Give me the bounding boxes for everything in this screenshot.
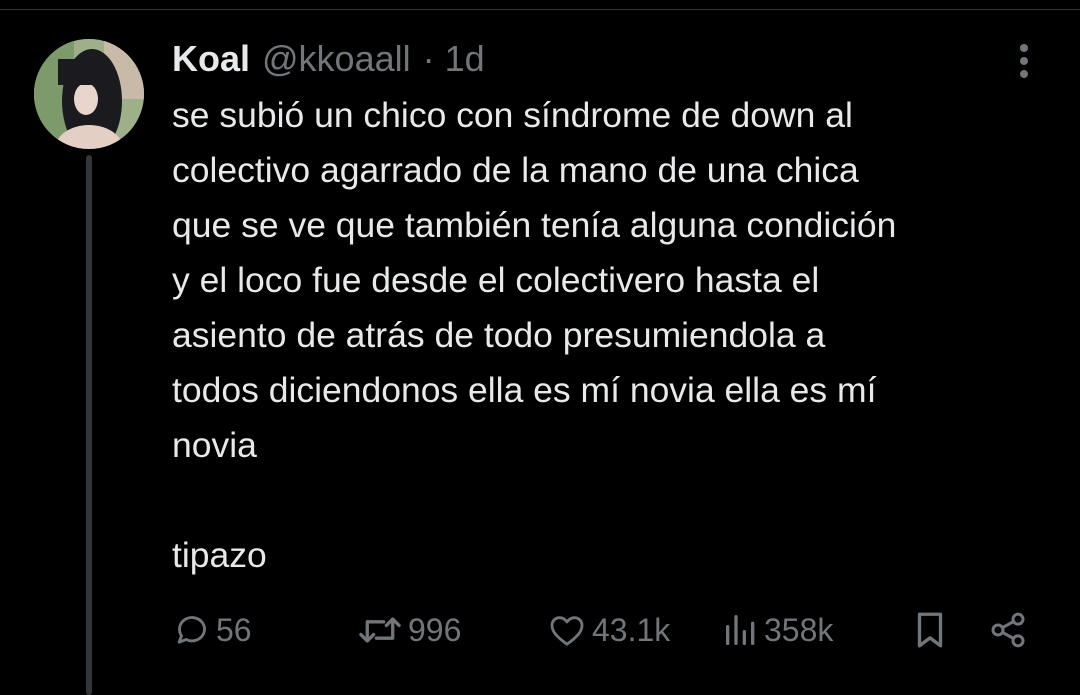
user-handle[interactable]: @kkoaall <box>262 38 411 80</box>
bookmark-button[interactable] <box>912 605 948 655</box>
bar-chart-icon <box>726 615 755 645</box>
repost-button[interactable]: 996 <box>356 605 461 655</box>
heart-icon <box>550 616 584 646</box>
share-button[interactable] <box>988 605 1028 655</box>
reply-count: 56 <box>216 611 252 648</box>
views-button[interactable]: 358k <box>722 605 833 655</box>
more-options-button[interactable] <box>1008 42 1040 82</box>
bookmark-icon <box>917 612 943 648</box>
repost-count: 996 <box>408 611 462 648</box>
like-count: 43.1k <box>592 611 671 648</box>
timestamp[interactable]: 1d <box>445 38 485 80</box>
separator-dot: · <box>422 38 435 79</box>
avatar[interactable] <box>34 39 144 149</box>
top-divider <box>0 9 1080 10</box>
reply-bubble-icon <box>177 616 206 644</box>
share-icon <box>991 612 1025 648</box>
reply-button[interactable]: 56 <box>172 605 252 655</box>
action-bar: 56 996 43.1k 358k <box>0 605 1080 655</box>
tweet-header: Koal @kkoaall · 1d <box>172 36 485 82</box>
view-count: 358k <box>764 611 834 648</box>
display-name[interactable]: Koal <box>172 38 250 80</box>
tweet-text: se subió un chico con síndrome de down a… <box>172 95 897 575</box>
like-button[interactable]: 43.1k <box>546 605 670 655</box>
repost-arrows-icon <box>359 617 401 643</box>
avatar-image <box>34 39 144 149</box>
more-horizontal-icon <box>1020 44 1028 78</box>
